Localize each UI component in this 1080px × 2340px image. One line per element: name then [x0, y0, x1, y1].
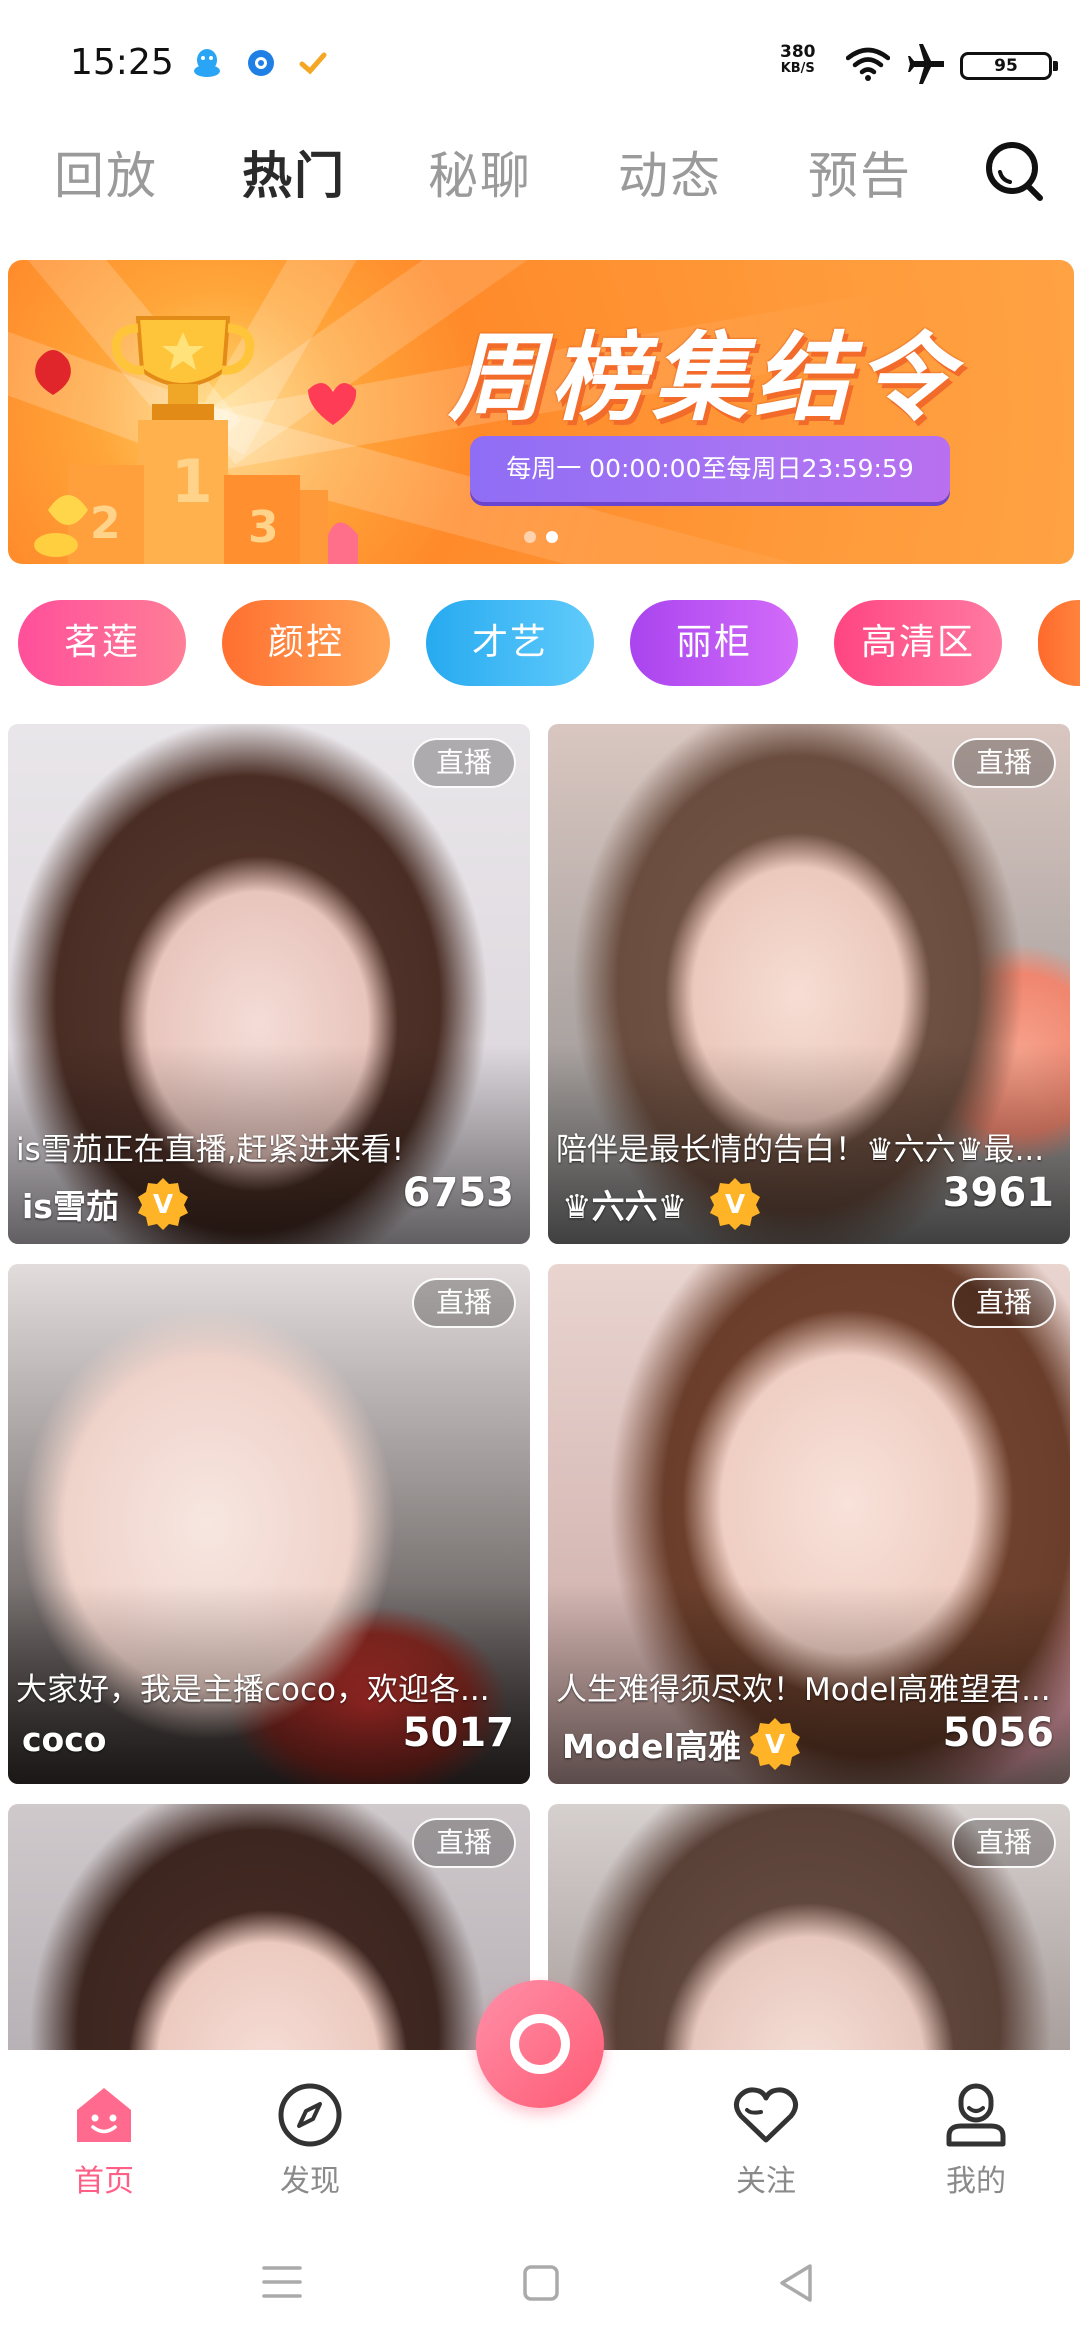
carousel-dot[interactable] — [524, 531, 536, 543]
streamer-name: Model高雅 — [562, 1727, 741, 1766]
category-pill[interactable]: 茗莲 — [18, 600, 186, 686]
tab-hot[interactable]: 热门 — [242, 136, 346, 208]
viewer-count: 6753 — [402, 1170, 514, 1216]
promo-banner[interactable]: 1 2 3 周榜集结令 每周一 00:00:00至每周日23:59:59 — [8, 260, 1074, 564]
live-badge: 直播 — [412, 738, 516, 788]
viewer-count: 5017 — [402, 1710, 514, 1756]
tab-replay[interactable]: 回放 — [54, 136, 158, 208]
banner-title: 周榜集结令 — [448, 322, 958, 434]
search-icon[interactable] — [980, 136, 1048, 204]
home-icon — [77, 2088, 131, 2142]
svg-text:3: 3 — [248, 502, 279, 553]
status-time: 15:25 — [70, 42, 174, 83]
status-bar: 15:25 380 KB/S 95 — [0, 0, 1080, 120]
verified-v-icon: V — [750, 1718, 800, 1770]
back-triangle-icon[interactable] — [776, 2262, 816, 2304]
live-card[interactable]: 直播 人生难得须尽欢！Model高雅望君... Model高雅 V 5056 — [548, 1264, 1070, 1784]
nav-home[interactable]: 首页 — [34, 2080, 174, 2200]
card-description: 大家好，我是主播coco，欢迎各... — [16, 1672, 490, 1708]
heart-icon — [733, 2087, 799, 2143]
profile-icon — [946, 2083, 1006, 2147]
wifi-icon — [846, 47, 890, 81]
system-nav-bar — [0, 2240, 1080, 2340]
carousel-dots — [524, 528, 568, 547]
verified-v-icon: V — [710, 1178, 760, 1230]
live-card[interactable]: 直播 大家好，我是主播coco，欢迎各... coco 5017 — [8, 1264, 530, 1784]
nav-label: 关注 — [736, 2164, 796, 2199]
live-badge: 直播 — [952, 738, 1056, 788]
net-speed-value: 380 — [780, 42, 816, 62]
nav-follow[interactable]: 关注 — [696, 2080, 836, 2200]
tab-private-chat[interactable]: 秘聊 — [428, 136, 532, 208]
live-badge: 直播 — [952, 1818, 1056, 1868]
menu-lines-icon[interactable] — [262, 2264, 302, 2300]
category-pills: 茗莲 颜控 才艺 丽柜 高清区 — [0, 596, 1080, 692]
svg-text:1: 1 — [171, 447, 213, 517]
battery-indicator: 95 — [960, 52, 1058, 80]
viewer-count: 3961 — [942, 1170, 1054, 1216]
live-badge: 直播 — [412, 1278, 516, 1328]
verified-v-icon: V — [138, 1178, 188, 1230]
streamer-name: ♛六六♛ — [562, 1187, 688, 1226]
check-icon — [299, 52, 327, 75]
live-card[interactable]: 直播 — [8, 1804, 530, 2050]
svg-text:2: 2 — [90, 498, 121, 549]
tab-moments[interactable]: 动态 — [618, 136, 722, 208]
category-pill[interactable]: 丽柜 — [630, 600, 798, 686]
nav-label: 发现 — [280, 2164, 340, 2199]
home-square-icon[interactable] — [522, 2264, 560, 2302]
live-card[interactable]: 直播 — [548, 1804, 1070, 2050]
live-card[interactable]: 直播 陪伴是最长情的告白！♛六六♛最... ♛六六♛ V 3961 — [548, 724, 1070, 1244]
camera-ring-icon — [510, 2014, 570, 2074]
trophy-podium-icon: 1 2 3 — [34, 316, 358, 564]
nav-discover[interactable]: 发现 — [240, 2080, 380, 2200]
svg-text:V: V — [765, 1730, 785, 1760]
tab-preview[interactable]: 预告 — [808, 136, 912, 208]
category-pill[interactable]: 颜控 — [222, 600, 390, 686]
compass-icon — [278, 2083, 342, 2147]
viewer-count: 5056 — [942, 1710, 1054, 1756]
category-pill[interactable]: 高清区 — [834, 600, 1002, 686]
category-pill[interactable]: 才艺 — [426, 600, 594, 686]
net-speed: 380 KB/S — [780, 42, 816, 77]
nav-profile[interactable]: 我的 — [906, 2080, 1046, 2200]
live-badge: 直播 — [952, 1278, 1056, 1328]
qq-penguin-icon — [194, 49, 220, 77]
streamer-name: coco — [22, 1720, 107, 1759]
top-tab-bar: 回放 热门 秘聊 动态 预告 — [0, 130, 1080, 210]
svg-text:V: V — [153, 1190, 173, 1220]
go-live-button[interactable] — [476, 1980, 604, 2108]
live-badge: 直播 — [412, 1818, 516, 1868]
browser-circle-icon — [248, 50, 274, 76]
card-description: 陪伴是最长情的告白！♛六六♛最... — [556, 1132, 1045, 1168]
svg-text:V: V — [725, 1190, 745, 1220]
card-description: 人生难得须尽欢！Model高雅望君... — [556, 1672, 1051, 1708]
card-description: is雪茄正在直播,赶紧进来看! — [16, 1132, 405, 1168]
airplane-mode-icon — [908, 44, 944, 84]
banner-subtitle: 每周一 00:00:00至每周日23:59:59 — [506, 454, 914, 483]
nav-label: 首页 — [74, 2164, 134, 2199]
category-pill-partial[interactable] — [1038, 600, 1080, 686]
banner-ribbon: 每周一 00:00:00至每周日23:59:59 — [470, 436, 950, 502]
streamer-name: is雪茄 — [22, 1187, 119, 1226]
live-card[interactable]: 直播 is雪茄正在直播,赶紧进来看! is雪茄 V 6753 — [8, 724, 530, 1244]
carousel-dot-active[interactable] — [546, 531, 558, 543]
nav-label: 我的 — [946, 2164, 1006, 2199]
net-speed-unit: KB/S — [780, 61, 815, 76]
